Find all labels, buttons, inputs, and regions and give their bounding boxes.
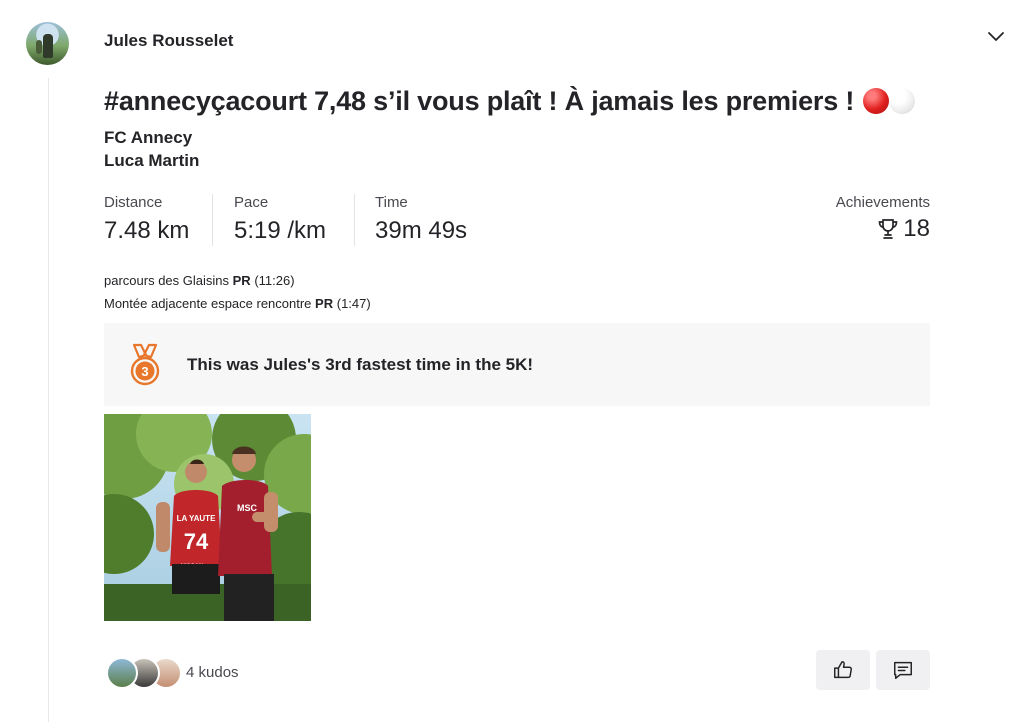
white-circle-emoji: [889, 88, 916, 114]
chevron-down-icon[interactable]: [986, 30, 1006, 44]
kudos-avatars[interactable]: [106, 657, 182, 689]
activity-title-text: #annecyçacourt 7,48 s’il vous plaît ! À …: [104, 86, 855, 116]
pr-badge: PR: [315, 296, 334, 311]
stat-label: Distance: [104, 194, 163, 211]
highlight-text: This was Jules's 3rd fastest time in the…: [187, 355, 534, 374]
activity-photo[interactable]: LA YAUTE 74 NISSAN MSC: [104, 414, 311, 621]
svg-text:MSC: MSC: [237, 503, 258, 513]
red-circle-emoji: [863, 88, 890, 114]
trophy-icon: [878, 219, 898, 239]
stat-label: Time: [375, 194, 408, 211]
stat-value: 5:19 /km: [234, 217, 327, 244]
segment-name: Montée adjacente espace rencontre: [104, 296, 312, 311]
stat-value: 18: [903, 215, 930, 242]
svg-text:74: 74: [184, 529, 209, 554]
comment-button[interactable]: [876, 650, 930, 690]
tag-club[interactable]: FC Annecy: [104, 128, 192, 148]
activity-title[interactable]: #annecyçacourt 7,48 s’il vous plaît ! À …: [104, 86, 916, 117]
stat-divider: [212, 194, 213, 246]
photo-illustration: LA YAUTE 74 NISSAN MSC: [104, 414, 311, 621]
stat-distance: Distance 7.48 km: [104, 194, 189, 245]
stat-achievements[interactable]: Achievements 18: [836, 194, 930, 243]
svg-text:LA YAUTE: LA YAUTE: [177, 514, 216, 523]
timeline-line: [48, 78, 49, 722]
stat-label: Achievements: [835, 194, 930, 211]
kudoer-avatar: [106, 657, 138, 689]
best-effort-highlight: 3 This was Jules's 3rd fastest time in t…: [104, 323, 930, 406]
segment-time: (11:26): [254, 273, 295, 288]
segment-name: parcours des Glaisins: [104, 273, 229, 288]
avatar-figure: [36, 40, 42, 54]
stat-pace: Pace 5:19 /km: [234, 194, 326, 245]
stat-time: Time 39m 49s: [375, 194, 467, 245]
pr-badge: PR: [232, 273, 251, 288]
kudos-count[interactable]: 4 kudos: [186, 664, 239, 681]
athlete-name[interactable]: Jules Rousselet: [104, 31, 233, 51]
stat-label: Pace: [234, 194, 269, 211]
stat-value: 7.48 km: [104, 217, 190, 244]
segment-effort[interactable]: Montée adjacente espace rencontre PR (1:…: [104, 296, 371, 311]
give-kudos-button[interactable]: [816, 650, 870, 690]
tag-person[interactable]: Luca Martin: [104, 151, 199, 171]
comment-icon: [894, 661, 912, 679]
avatar-figure: [43, 34, 53, 58]
medal-number: 3: [141, 364, 148, 379]
bronze-medal-icon: 3: [130, 343, 160, 386]
thumbs-up-icon: [834, 661, 852, 679]
stat-divider: [354, 194, 355, 246]
stat-value: 39m 49s: [375, 217, 468, 244]
segment-time: (1:47): [336, 296, 371, 311]
athlete-avatar[interactable]: [26, 22, 69, 65]
segment-effort[interactable]: parcours des Glaisins PR (11:26): [104, 273, 295, 288]
